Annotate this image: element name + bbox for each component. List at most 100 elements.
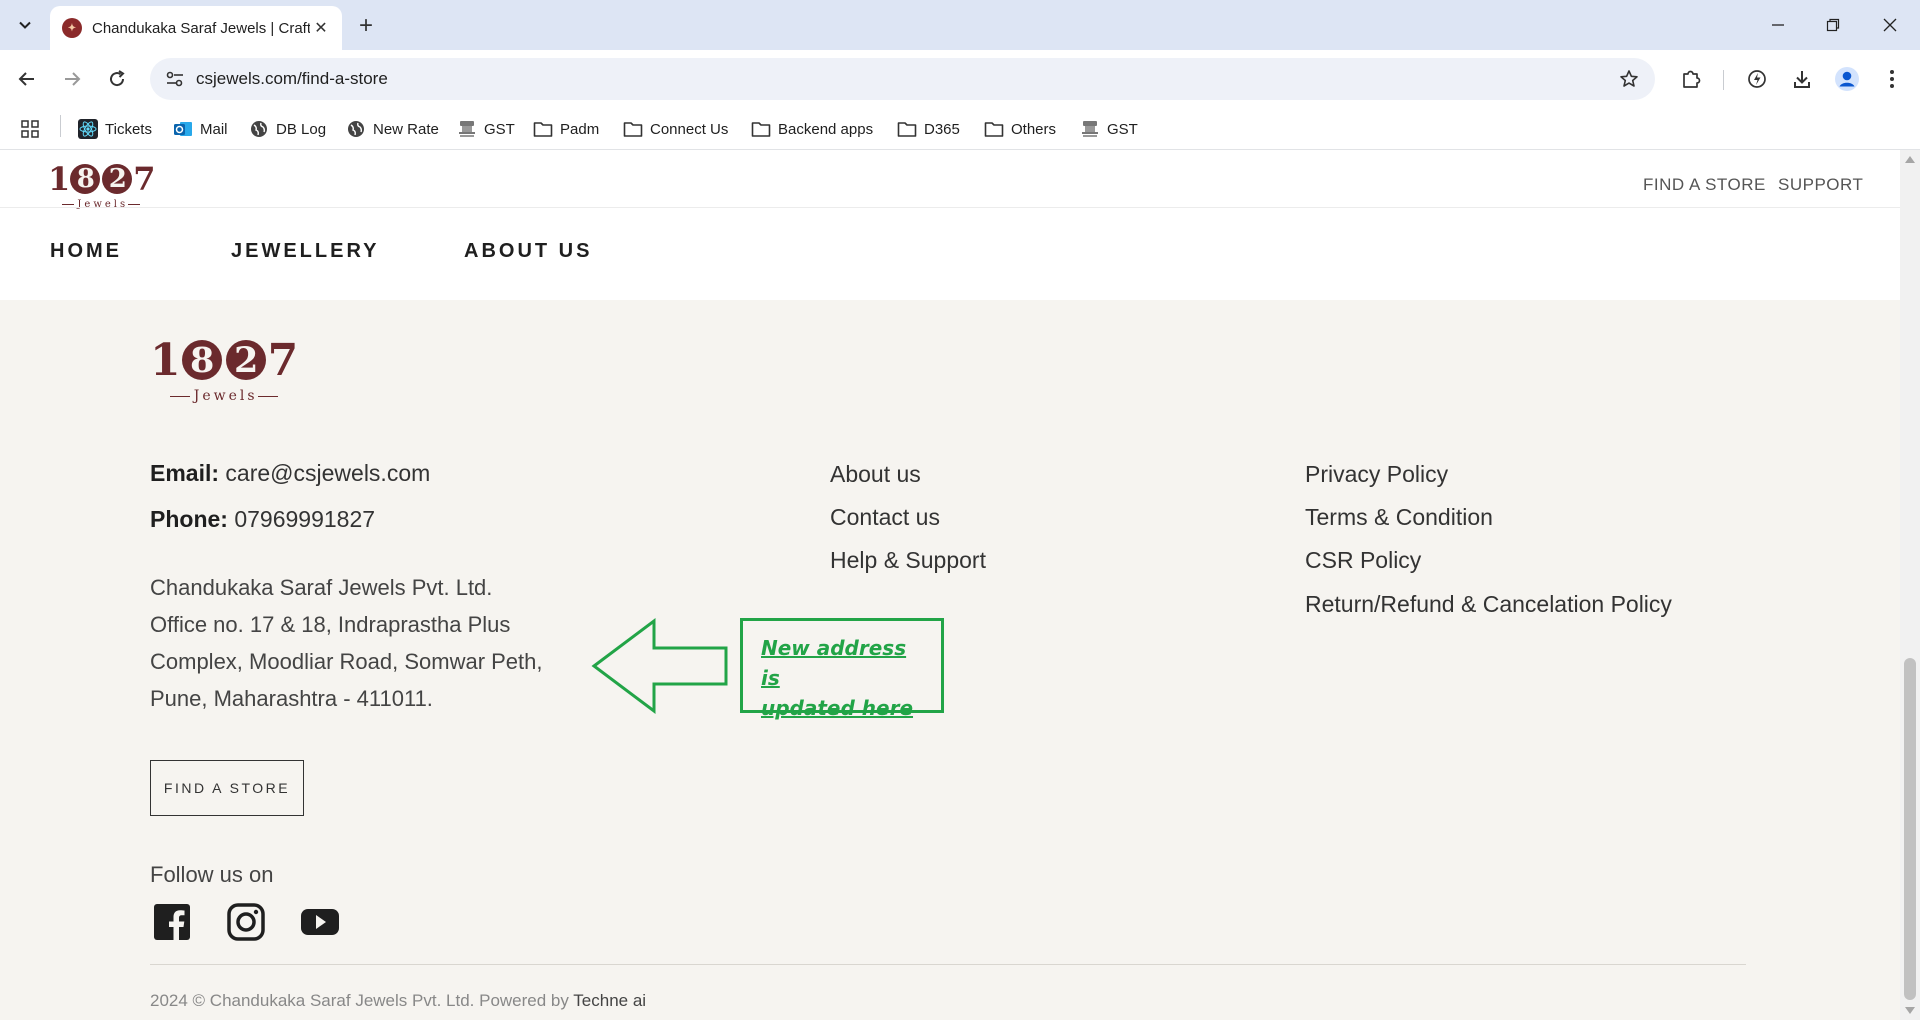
bookmark-label: D365 bbox=[924, 120, 960, 138]
annotation-callout: New address is updated here bbox=[740, 618, 944, 720]
arrow-left-icon bbox=[18, 72, 34, 86]
reload-button[interactable] bbox=[100, 62, 134, 96]
extensions-button[interactable] bbox=[1674, 62, 1708, 96]
bookmark-new-rate[interactable]: New Rate bbox=[346, 117, 439, 141]
address-line: Office no. 17 & 18, Indraprastha Plus bbox=[150, 612, 511, 637]
logo-tagline: Jewels bbox=[150, 388, 297, 404]
minimize-button[interactable] bbox=[1750, 8, 1806, 42]
footer-link-help-support[interactable]: Help & Support bbox=[830, 547, 986, 574]
folder-icon bbox=[623, 119, 643, 139]
facebook-icon[interactable] bbox=[152, 902, 192, 942]
phone-link[interactable]: 07969991827 bbox=[234, 506, 375, 532]
scrollbar-thumb[interactable] bbox=[1904, 658, 1916, 1000]
site-logo[interactable]: 1827 Jewels bbox=[48, 160, 156, 210]
annotation-line: updated here bbox=[761, 696, 914, 720]
folder-icon bbox=[984, 119, 1004, 139]
footer-link-privacy-policy[interactable]: Privacy Policy bbox=[1305, 461, 1448, 488]
annotation-arrow-icon bbox=[591, 618, 728, 714]
arrow-right-icon bbox=[65, 72, 81, 86]
profile-button[interactable] bbox=[1830, 62, 1864, 96]
new-tab-button[interactable]: + bbox=[352, 12, 380, 40]
bookmark-padm[interactable]: Padm bbox=[533, 117, 599, 141]
bookmark-gst-2[interactable]: GST bbox=[1080, 117, 1138, 141]
folder-icon bbox=[533, 119, 553, 139]
page-scrollbar[interactable] bbox=[1900, 150, 1920, 1020]
bookmark-label: Mail bbox=[200, 120, 228, 138]
site-favicon-icon: ✦ bbox=[62, 18, 82, 38]
reload-icon bbox=[110, 70, 125, 87]
restore-icon bbox=[1826, 18, 1840, 32]
close-window-button[interactable] bbox=[1862, 8, 1918, 42]
bookmark-star-icon[interactable] bbox=[1617, 67, 1641, 91]
bookmark-label: Padm bbox=[560, 120, 600, 138]
header-divider bbox=[0, 207, 1900, 208]
nav-home[interactable]: HOME bbox=[50, 240, 122, 263]
site-header: 1827 Jewels FIND A STORE SUPPORT HOME JE… bbox=[0, 150, 1900, 300]
active-tab[interactable]: ✦ Chandukaka Saraf Jewels | Craft ✕ bbox=[50, 6, 342, 50]
footer-divider bbox=[150, 964, 1746, 965]
bookmark-others[interactable]: Others bbox=[984, 117, 1056, 141]
nav-about-us[interactable]: ABOUT US bbox=[464, 240, 592, 263]
email-link[interactable]: care@csjewels.com bbox=[225, 460, 430, 486]
globe-icon bbox=[249, 119, 269, 139]
footer-link-about-us[interactable]: About us bbox=[830, 461, 921, 488]
restore-button[interactable] bbox=[1805, 8, 1861, 42]
tab-search-button[interactable] bbox=[8, 10, 42, 40]
address-line: Complex, Moodliar Road, Somwar Peth, bbox=[150, 649, 543, 674]
scroll-down-icon[interactable] bbox=[1905, 1007, 1915, 1014]
footer-logo[interactable]: 1827 Jewels bbox=[150, 334, 298, 405]
download-icon bbox=[1794, 71, 1810, 88]
scroll-up-icon[interactable] bbox=[1905, 156, 1915, 163]
address-bar[interactable]: csjewels.com/find-a-store bbox=[150, 58, 1655, 100]
apps-button[interactable] bbox=[20, 117, 47, 141]
url-text[interactable]: csjewels.com/find-a-store bbox=[196, 69, 388, 89]
nav-jewellery[interactable]: JEWELLERY bbox=[231, 240, 380, 263]
follow-us-label: Follow us on bbox=[150, 862, 274, 887]
footer-link-csr-policy[interactable]: CSR Policy bbox=[1305, 547, 1421, 574]
back-button[interactable] bbox=[10, 62, 44, 96]
bookmark-db-log[interactable]: DB Log bbox=[249, 117, 326, 141]
bookmark-label: Backend apps bbox=[778, 120, 874, 138]
logo-mark: 1827 bbox=[48, 160, 156, 198]
toolbar-divider bbox=[1723, 70, 1724, 90]
footer-email: Email: care@csjewels.com bbox=[150, 460, 430, 487]
logo-tagline: Jewels bbox=[48, 199, 155, 210]
footer-link-terms[interactable]: Terms & Condition bbox=[1305, 504, 1493, 531]
footer-address: Chandukaka Saraf Jewels Pvt. Ltd. Office… bbox=[150, 569, 543, 717]
apps-grid-icon bbox=[20, 119, 40, 139]
forward-button[interactable] bbox=[55, 62, 89, 96]
youtube-icon[interactable] bbox=[300, 902, 340, 942]
browser-titlebar: ✦ Chandukaka Saraf Jewels | Craft ✕ + bbox=[0, 0, 1920, 50]
browser-toolbar: csjewels.com/find-a-store bbox=[0, 50, 1920, 108]
powered-by-link[interactable]: Techne ai bbox=[573, 991, 646, 1010]
find-store-button[interactable]: FIND A STORE bbox=[150, 760, 304, 816]
bookmark-label: New Rate bbox=[373, 120, 439, 138]
globe-icon bbox=[346, 119, 366, 139]
performance-button[interactable] bbox=[1740, 62, 1774, 96]
outlook-icon bbox=[173, 119, 193, 139]
instagram-icon[interactable] bbox=[226, 902, 266, 942]
emblem-icon bbox=[457, 119, 477, 139]
react-icon bbox=[78, 119, 98, 139]
annotation-line: New address is bbox=[761, 636, 907, 690]
header-find-store-link[interactable]: FIND A STORE bbox=[1643, 175, 1766, 195]
tab-title: Chandukaka Saraf Jewels | Craft bbox=[92, 19, 310, 37]
header-support-link[interactable]: SUPPORT bbox=[1778, 175, 1863, 195]
phone-label: Phone: bbox=[150, 506, 228, 532]
close-icon bbox=[1883, 18, 1897, 32]
site-info-icon[interactable] bbox=[162, 67, 188, 91]
bookmark-mail[interactable]: Mail bbox=[173, 117, 228, 141]
tab-close-icon[interactable]: ✕ bbox=[310, 17, 332, 39]
bookmark-tickets[interactable]: Tickets bbox=[78, 117, 152, 141]
downloads-button[interactable] bbox=[1785, 62, 1819, 96]
bookmark-d365[interactable]: D365 bbox=[897, 117, 960, 141]
footer-link-contact-us[interactable]: Contact us bbox=[830, 504, 940, 531]
bookmark-backend-apps[interactable]: Backend apps bbox=[751, 117, 873, 141]
page-viewport: 1827 Jewels FIND A STORE SUPPORT HOME JE… bbox=[0, 150, 1920, 1020]
email-label: Email: bbox=[150, 460, 220, 486]
bookmark-connect-us[interactable]: Connect Us bbox=[623, 117, 728, 141]
footer-link-refund-policy[interactable]: Return/Refund & Cancelation Policy bbox=[1305, 591, 1672, 618]
menu-button[interactable] bbox=[1875, 62, 1909, 96]
bookmark-gst[interactable]: GST bbox=[457, 117, 515, 141]
chevron-down-icon bbox=[19, 21, 31, 29]
